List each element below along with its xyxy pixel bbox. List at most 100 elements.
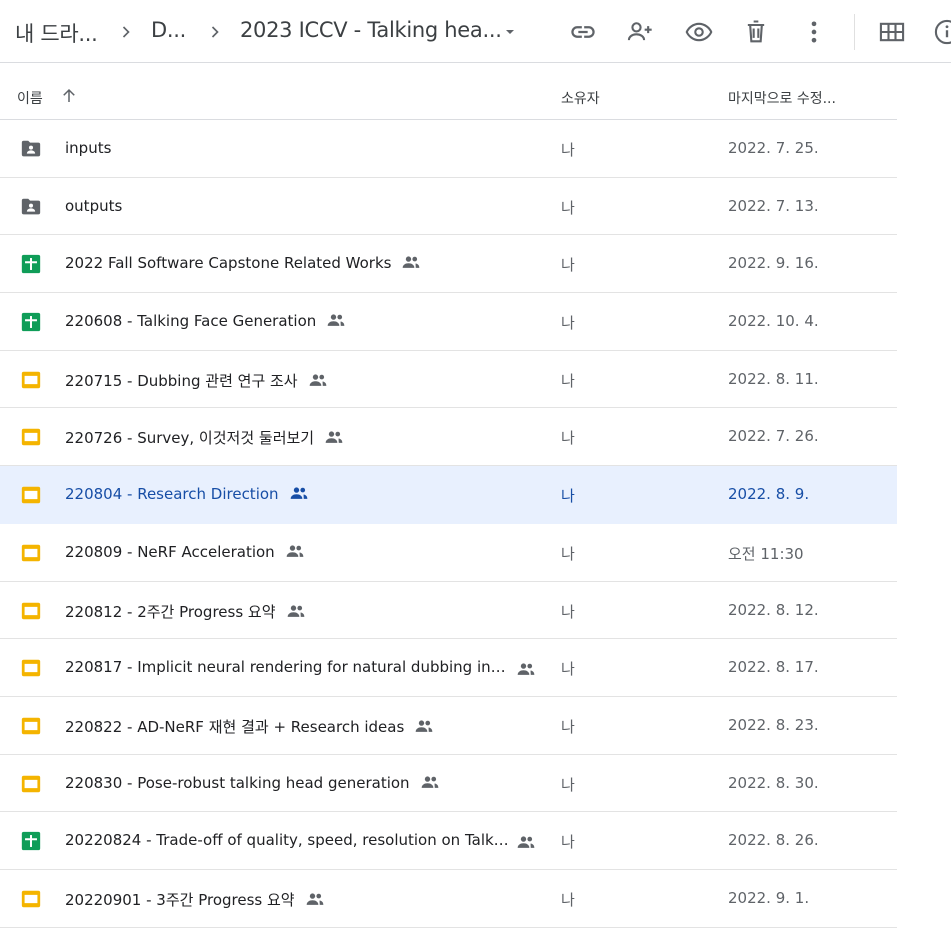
shared-people-icon	[286, 604, 306, 618]
shared-folder-icon	[20, 196, 42, 218]
list-header: 이름 소유자 마지막으로 수정...	[0, 63, 897, 120]
file-modified-date: 2022. 8. 30.	[728, 773, 819, 792]
slides-icon	[20, 773, 42, 795]
file-row[interactable]: 2022 Fall Software Capstone Related Work…	[0, 235, 897, 294]
file-row[interactable]: 220804 - Research Direction 나 2022. 8. 9.	[0, 466, 897, 524]
dropdown-caret-icon[interactable]	[502, 24, 518, 40]
file-modified-date: 2022. 8. 23.	[728, 715, 819, 734]
file-modified-date: 2022. 9. 16.	[728, 254, 819, 273]
chevron-right-icon	[211, 26, 219, 38]
arrow-up-icon[interactable]	[60, 87, 78, 105]
file-owner: 나	[561, 833, 575, 852]
file-row[interactable]: 220812 - 2주간 Progress 요약 나 2022. 8. 12.	[0, 582, 897, 640]
link-button[interactable]	[569, 18, 597, 46]
breadcrumb-middle[interactable]: D...	[151, 18, 186, 42]
file-row[interactable]: 220809 - NeRF Acceleration 나 오전 11:30	[0, 524, 897, 582]
file-modified-date: 2022. 8. 11.	[728, 369, 819, 388]
file-owner: 나	[561, 256, 575, 275]
file-name: 220809 - NeRF Acceleration	[65, 543, 305, 561]
file-owner: 나	[561, 141, 575, 159]
slides-icon	[20, 600, 42, 622]
file-owner: 나	[561, 371, 575, 390]
slides-icon	[20, 888, 42, 910]
file-modified-date: 2022. 8. 12.	[728, 600, 819, 619]
trash-icon	[747, 20, 765, 43]
shared-people-icon	[516, 661, 536, 676]
file-owner: 나	[561, 602, 575, 621]
file-name: 220822 - AD-NeRF 재현 결과 + Research ideas	[65, 716, 434, 737]
sheets-icon	[20, 311, 42, 333]
file-name: 220812 - 2주간 Progress 요약	[65, 601, 306, 622]
file-row[interactable]: 20220901 - 3주간 Progress 요약 나 2022. 9. 1.	[0, 870, 897, 928]
file-name: 220715 - Dubbing 관련 연구 조사	[65, 370, 328, 391]
column-owner-header[interactable]: 소유자	[561, 88, 600, 108]
top-bar: 내 드라... D... 2023 ICCV - Talking hea...	[0, 0, 951, 63]
file-owner: 나	[561, 660, 575, 679]
file-owner: 나	[561, 775, 575, 794]
file-row[interactable]: 220715 - Dubbing 관련 연구 조사 나 2022. 8. 11.	[0, 351, 897, 409]
file-row[interactable]: 220830 - Pose-robust talking head genera…	[0, 755, 897, 813]
file-row[interactable]: 220726 - Survey, 이것저것 둘러보기 나 2022. 7. 26.	[0, 408, 897, 467]
breadcrumb-current[interactable]: 2023 ICCV - Talking hea...	[240, 18, 502, 42]
shared-people-icon	[516, 834, 536, 849]
file-list: inputs 나 2022. 7. 25. outputs 나 2022. 7. 13. 2…	[0, 120, 897, 928]
shared-people-icon	[308, 373, 328, 387]
file-modified-date: 2022. 9. 1.	[728, 888, 810, 907]
delete-button[interactable]	[742, 18, 770, 46]
shared-people-icon	[326, 313, 346, 327]
file-name: 220804 - Research Direction	[65, 485, 309, 503]
slides-icon	[20, 484, 42, 506]
file-modified-date: 2022. 8. 17.	[728, 658, 819, 677]
details-button[interactable]	[933, 18, 951, 46]
file-row[interactable]: 220608 - Talking Face Generation 나 2022. 1…	[0, 293, 897, 351]
shared-people-icon	[401, 255, 421, 269]
file-name: 220830 - Pose-robust talking head genera…	[65, 774, 440, 792]
share-button[interactable]	[626, 18, 654, 46]
slides-icon	[20, 542, 42, 564]
file-row[interactable]: 220822 - AD-NeRF 재현 결과 + Research ideas 나…	[0, 697, 897, 755]
preview-button[interactable]	[685, 18, 713, 46]
shared-people-icon	[285, 544, 305, 558]
file-name: 20220824 - Trade-off of quality, speed, …	[65, 831, 510, 850]
file-name: 220608 - Talking Face Generation	[65, 312, 346, 330]
more-actions-button[interactable]	[800, 18, 828, 46]
file-owner: 나	[561, 487, 575, 506]
file-owner: 나	[561, 717, 575, 736]
slides-icon	[20, 426, 42, 448]
slides-icon	[20, 715, 42, 737]
file-owner: 나	[561, 429, 575, 448]
file-owner: 나	[561, 544, 575, 563]
grid-view-button[interactable]	[878, 18, 906, 46]
file-modified-date: 오전 11:30	[728, 544, 804, 563]
file-modified-date: 2022. 10. 4.	[728, 312, 819, 331]
shared-people-icon	[305, 892, 325, 906]
column-name-header[interactable]: 이름	[17, 88, 43, 108]
shared-people-icon	[324, 430, 344, 444]
info-icon	[934, 19, 951, 45]
shared-folder-icon	[20, 138, 42, 160]
file-modified-date: 2022. 7. 26.	[728, 427, 819, 446]
slides-icon	[20, 369, 42, 391]
file-name: 2022 Fall Software Capstone Related Work…	[65, 254, 421, 272]
file-modified-date: 2022. 7. 25.	[728, 139, 819, 157]
file-owner: 나	[561, 314, 575, 333]
file-name: inputs	[65, 139, 112, 157]
file-row[interactable]: 20220824 - Trade-off of quality, speed, …	[0, 812, 897, 870]
file-name: 220817 - Implicit neural rendering for n…	[65, 658, 510, 677]
file-row[interactable]: 220817 - Implicit neural rendering for n…	[0, 639, 897, 697]
file-name: 20220901 - 3주간 Progress 요약	[65, 889, 325, 910]
toolbar-divider	[854, 14, 855, 50]
file-modified-date: 2022. 8. 26.	[728, 831, 819, 850]
breadcrumb-root[interactable]: 내 드라...	[15, 18, 98, 48]
add-person-icon	[627, 22, 652, 41]
sheets-icon	[20, 253, 42, 275]
link-icon	[571, 26, 595, 38]
slides-icon	[20, 657, 42, 679]
file-owner: 나	[561, 198, 575, 217]
file-name: 220726 - Survey, 이것저것 둘러보기	[65, 427, 344, 448]
grid-view-icon	[879, 22, 905, 42]
chevron-right-icon	[122, 26, 130, 38]
file-row[interactable]: inputs 나 2022. 7. 25.	[0, 120, 897, 178]
file-row[interactable]: outputs 나 2022. 7. 13.	[0, 178, 897, 236]
column-modified-header[interactable]: 마지막으로 수정...	[728, 88, 836, 108]
